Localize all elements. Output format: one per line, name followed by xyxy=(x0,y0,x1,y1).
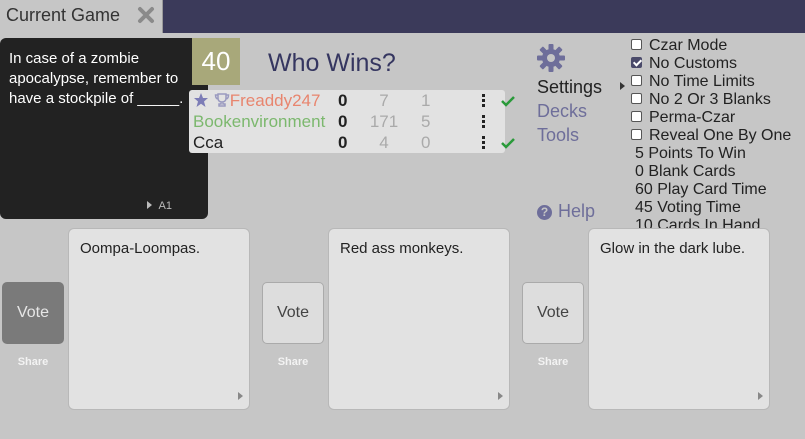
option-label: No 2 Or 3 Blanks xyxy=(649,91,771,108)
player-stat: 1 xyxy=(421,91,431,110)
option-czar-mode[interactable]: Czar Mode xyxy=(631,37,727,55)
help-label: Help xyxy=(558,201,596,221)
share-link[interactable]: Share xyxy=(522,356,584,368)
setting-play-card-time[interactable]: 60 Play Card Time xyxy=(631,181,767,199)
player-row[interactable]: Bookenvironment 0 171 5 xyxy=(189,112,505,133)
black-card: In case of a zombie apocalypse, remember… xyxy=(0,38,208,219)
checkbox[interactable] xyxy=(631,93,642,104)
checkbox[interactable] xyxy=(631,75,642,86)
help-icon: ? xyxy=(537,205,552,220)
player-name-wrap: Freaddy247 xyxy=(193,91,320,111)
option-no-customs[interactable]: No Customs xyxy=(631,55,737,73)
white-card-text: Glow in the dark lube. xyxy=(600,240,746,257)
chevron-right-icon xyxy=(620,82,625,90)
expand-icon[interactable] xyxy=(238,392,243,400)
option-label: No Customs xyxy=(649,55,738,72)
expand-icon[interactable] xyxy=(758,392,763,400)
check-icon xyxy=(501,96,515,107)
expand-icon[interactable] xyxy=(498,392,503,400)
score-limit-box: 40 xyxy=(192,38,240,85)
player-score: 0 xyxy=(338,91,348,110)
white-card-text: Red ass monkeys. xyxy=(340,240,464,257)
share-link[interactable]: Share xyxy=(262,356,324,368)
vote-button[interactable]: Vote xyxy=(522,282,584,344)
vote-button[interactable]: Vote xyxy=(262,282,324,344)
checkbox[interactable] xyxy=(631,111,642,122)
trophy-icon xyxy=(214,93,229,107)
player-score: 0 xyxy=(338,133,348,152)
black-card-text: In case of a zombie apocalypse, remember… xyxy=(9,50,184,107)
checkbox[interactable] xyxy=(631,39,642,50)
player-stat: 171 xyxy=(369,112,399,131)
option-perma-czar[interactable]: Perma-Czar xyxy=(631,109,735,127)
page-title: Who Wins? xyxy=(268,49,396,77)
option-label: No Time Limits xyxy=(649,73,755,90)
tab-current-game[interactable]: Current Game xyxy=(0,0,163,33)
black-card-set: A1 xyxy=(158,200,172,212)
nav-settings[interactable]: Settings xyxy=(537,77,602,98)
setting-points-to-win[interactable]: 5 Points To Win xyxy=(631,145,746,163)
more-options-icon[interactable] xyxy=(482,115,486,129)
help-link[interactable]: ? Help xyxy=(537,201,595,222)
setting-voting-time[interactable]: 45 Voting Time xyxy=(631,199,741,217)
option-no-time-limits[interactable]: No Time Limits xyxy=(631,73,755,91)
tab-label: Current Game xyxy=(6,5,121,25)
close-icon[interactable] xyxy=(136,5,156,25)
player-score: 0 xyxy=(338,112,348,131)
player-stat: 7 xyxy=(379,91,389,110)
checkbox[interactable] xyxy=(631,129,642,140)
white-card[interactable]: Glow in the dark lube. xyxy=(588,228,770,410)
share-link[interactable]: Share xyxy=(2,356,64,368)
player-name: Cca xyxy=(193,133,224,152)
white-card[interactable]: Oompa-Loompas. xyxy=(68,228,250,410)
player-row[interactable]: Freaddy247 0 7 1 xyxy=(189,91,515,112)
player-name: Freaddy247 xyxy=(229,91,321,110)
player-name: Bookenvironment xyxy=(193,112,326,131)
player-stat: 5 xyxy=(421,112,431,131)
more-options-icon[interactable] xyxy=(482,136,486,150)
player-list: Freaddy247 0 7 1 Bookenvironment 0 171 5… xyxy=(189,90,515,154)
black-card-expand-icon[interactable] xyxy=(147,201,152,209)
star-icon xyxy=(194,93,208,107)
nav-tools[interactable]: Tools xyxy=(537,125,579,146)
tab-bar: Current Game xyxy=(0,0,805,33)
white-card-text: Oompa-Loompas. xyxy=(80,240,201,257)
more-options-icon[interactable] xyxy=(482,94,486,108)
option-label: Czar Mode xyxy=(649,37,728,54)
gear-icon xyxy=(537,44,565,72)
check-icon xyxy=(501,138,515,149)
settings-panel: Czar Mode No Customs No Time Limits No 2… xyxy=(631,37,805,230)
option-label: Perma-Czar xyxy=(649,109,736,126)
vote-button[interactable]: Vote xyxy=(2,282,64,344)
nav-decks[interactable]: Decks xyxy=(537,101,587,122)
player-stat: 4 xyxy=(379,133,389,152)
setting-blank-cards[interactable]: 0 Blank Cards xyxy=(631,163,736,181)
checkbox[interactable] xyxy=(631,57,642,68)
option-no-2-or-3-blanks[interactable]: No 2 Or 3 Blanks xyxy=(631,91,771,109)
white-card[interactable]: Red ass monkeys. xyxy=(328,228,510,410)
player-stat: 0 xyxy=(421,133,431,152)
option-reveal-one-by-one[interactable]: Reveal One By One xyxy=(631,127,791,145)
player-row[interactable]: Cca 0 4 0 xyxy=(189,133,515,154)
option-label: Reveal One By One xyxy=(649,127,792,144)
